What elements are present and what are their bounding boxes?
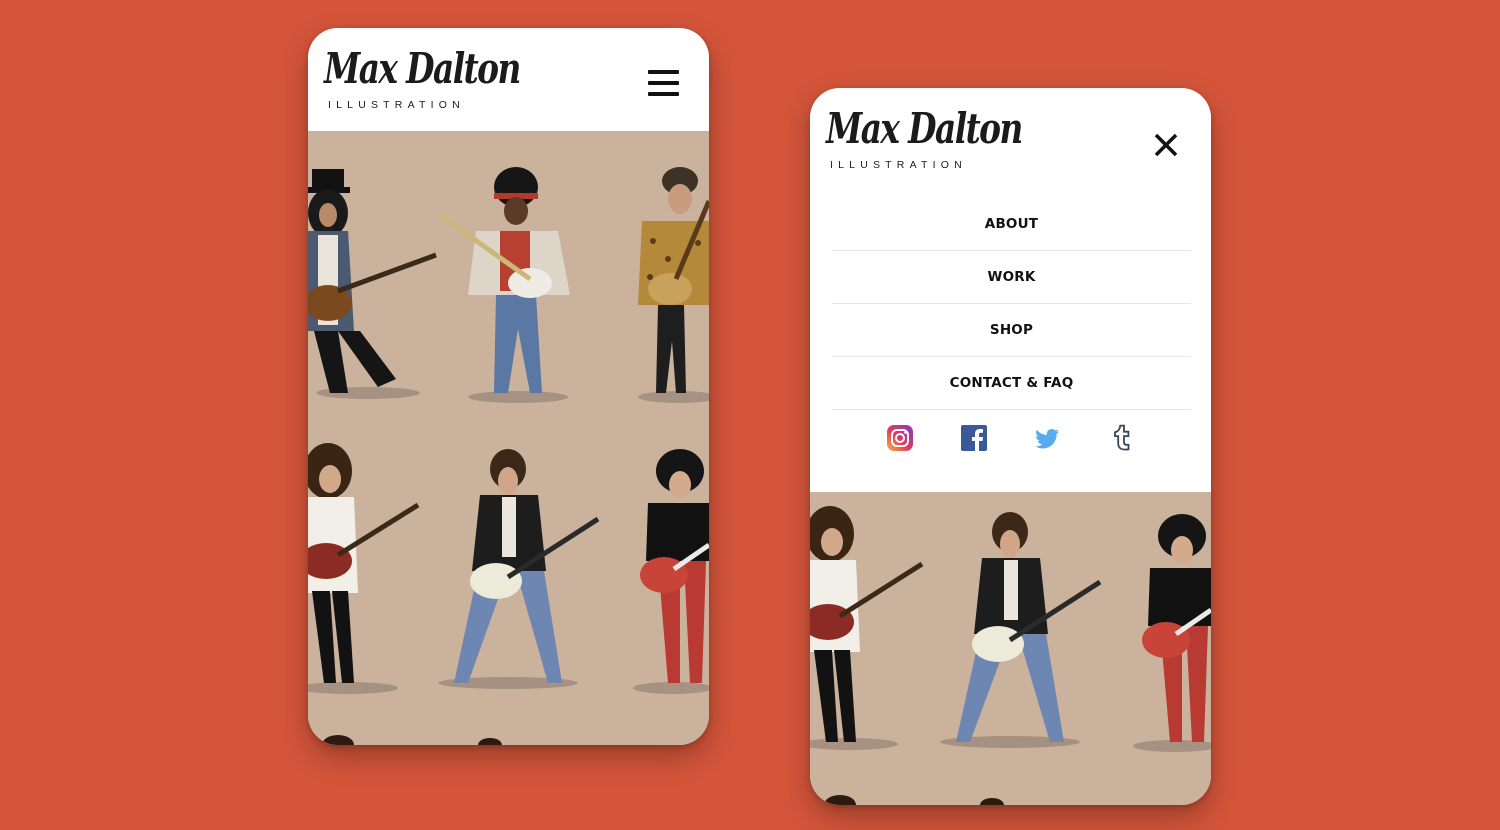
logo-subtitle: ILLUSTRATION xyxy=(328,99,465,111)
menu-item-contact-faq[interactable]: CONTACT & FAQ xyxy=(832,357,1191,410)
phone-screen-open-menu: Max Dalton ILLUSTRATION ABOUT WORK SHOP … xyxy=(810,88,1211,805)
instagram-icon[interactable] xyxy=(886,424,914,452)
logo-script-text: Max Dalton xyxy=(324,44,521,93)
site-header: Max Dalton ILLUSTRATION xyxy=(308,28,709,131)
menu-item-about[interactable]: ABOUT xyxy=(832,198,1191,251)
site-header: Max Dalton ILLUSTRATION xyxy=(810,88,1211,188)
menu-item-shop[interactable]: SHOP xyxy=(832,304,1191,357)
logo-script-text: Max Dalton xyxy=(826,104,1023,153)
menu-item-work[interactable]: WORK xyxy=(832,251,1191,304)
social-links xyxy=(810,424,1211,456)
facebook-icon[interactable] xyxy=(960,424,988,452)
hamburger-menu-icon[interactable] xyxy=(648,70,679,96)
guitarist-illustration xyxy=(308,131,709,745)
guitarist-illustration xyxy=(810,492,1211,805)
twitter-icon[interactable] xyxy=(1033,424,1061,452)
tumblr-icon[interactable] xyxy=(1108,424,1136,452)
site-logo[interactable]: Max Dalton ILLUSTRATION xyxy=(826,104,1023,174)
logo-subtitle: ILLUSTRATION xyxy=(830,159,967,171)
mobile-nav-menu: ABOUT WORK SHOP CONTACT & FAQ xyxy=(832,198,1191,410)
site-logo[interactable]: Max Dalton ILLUSTRATION xyxy=(324,44,521,114)
phone-screen-closed-menu: Max Dalton ILLUSTRATION xyxy=(308,28,709,745)
close-icon[interactable] xyxy=(1151,130,1181,160)
